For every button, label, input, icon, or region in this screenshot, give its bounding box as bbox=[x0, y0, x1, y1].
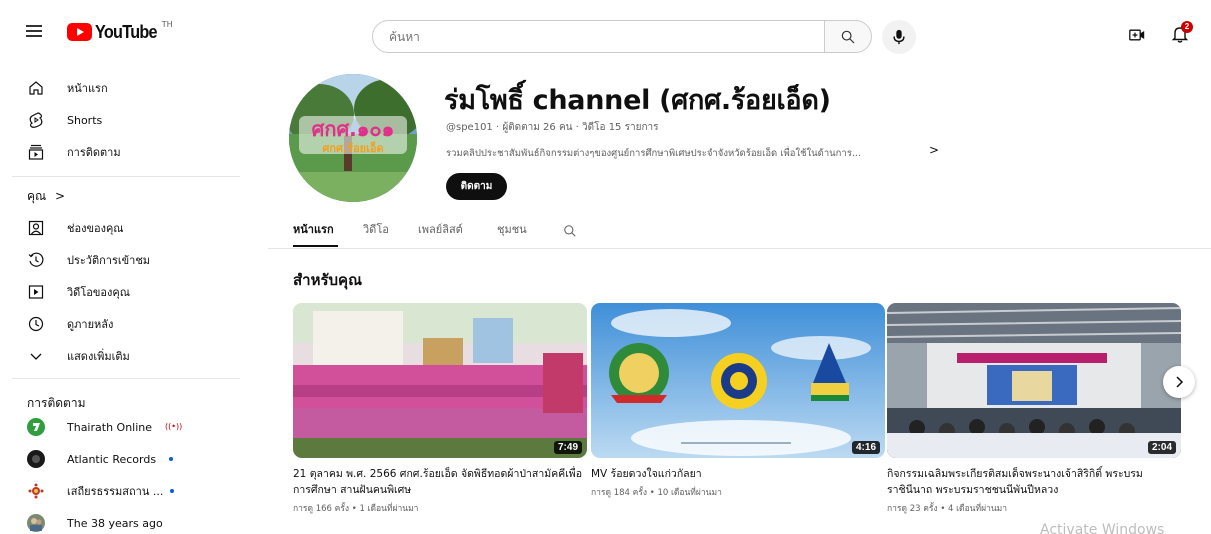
video-title[interactable]: 21 ตุลาคม พ.ศ. 2566 ศกศ.ร้อยเอ็ด จัดพิธี… bbox=[293, 466, 583, 498]
activate-windows-watermark: Activate Windows bbox=[1040, 522, 1165, 534]
sidebar-item-subscriptions[interactable]: การติดตาม bbox=[0, 136, 240, 168]
video-thumbnail[interactable]: 7:49 bbox=[293, 303, 587, 458]
voice-search-button[interactable] bbox=[882, 20, 916, 54]
sidebar-item-label: การติดตาม bbox=[67, 146, 121, 159]
channel-avatar[interactable]: ศกศ.๑๐๑ ศกศ.ร้อยเอ็ด bbox=[289, 74, 417, 202]
subscription-item[interactable]: The 38 years ago bbox=[0, 507, 240, 534]
video-thumbnail[interactable]: 2:04 bbox=[887, 303, 1181, 458]
channel-avatar-thairath bbox=[27, 418, 45, 436]
logo-text: YouTube bbox=[95, 22, 158, 42]
subscription-item[interactable]: Atlantic Records bbox=[0, 443, 240, 475]
sidebar-divider bbox=[12, 378, 240, 379]
description-more-button[interactable]: > bbox=[929, 143, 939, 157]
video-meta: การดู 23 ครั้ง • 4 เดือนที่ผ่านมา bbox=[887, 504, 1008, 514]
tab-community[interactable]: ชุมชน bbox=[497, 220, 527, 238]
new-content-dot bbox=[170, 489, 174, 493]
youtube-play-icon bbox=[67, 23, 92, 41]
subscription-label: Thairath Online bbox=[67, 420, 153, 434]
video-title[interactable]: กิจกรรมเฉลิมพระเกียรติสมเด็จพระนางเจ้าสิ… bbox=[887, 466, 1177, 498]
svg-text:ศกศ.๑๐๑: ศกศ.๑๐๑ bbox=[312, 117, 395, 141]
notifications-button[interactable]: 2 bbox=[1171, 21, 1193, 46]
sidebar-item-label: หน้าแรก bbox=[67, 82, 108, 95]
section-title: สำหรับคุณ bbox=[293, 271, 362, 289]
search-button[interactable] bbox=[824, 20, 872, 53]
video-duration: 2:04 bbox=[1147, 441, 1176, 454]
channel-avatar-38-years bbox=[27, 514, 45, 532]
shelf-next-button[interactable] bbox=[1163, 366, 1195, 398]
you-heading: คุณ bbox=[27, 188, 47, 203]
channel-description[interactable]: รวมคลิปประชาสัมพันธ์กิจกรรมต่างๆของศูนย์… bbox=[446, 146, 861, 161]
tab-videos[interactable]: วิดีโอ bbox=[363, 220, 389, 238]
search-box bbox=[372, 20, 825, 53]
subscriptions-icon bbox=[26, 142, 46, 162]
video-card[interactable]: 7:49 21 ตุลาคม พ.ศ. 2566 ศกศ.ร้อยเอ็ด จั… bbox=[293, 303, 587, 515]
sidebar-item-label: ดูภายหลัง bbox=[67, 318, 114, 331]
video-card[interactable]: 2:04 กิจกรรมเฉลิมพระเกียรติสมเด็จพระนางเ… bbox=[887, 303, 1181, 515]
new-content-dot bbox=[169, 457, 173, 461]
create-button[interactable] bbox=[1129, 28, 1145, 45]
subscription-label: Atlantic Records bbox=[67, 452, 157, 466]
sidebar-item-label: ช่องของคุณ bbox=[67, 222, 124, 235]
tab-home[interactable]: หน้าแรก bbox=[293, 220, 334, 238]
video-meta: การดู 166 ครั้ง • 1 เดือนที่ผ่านมา bbox=[293, 504, 419, 514]
subscribe-button[interactable]: ติดตาม bbox=[446, 173, 507, 200]
channel-search-button[interactable] bbox=[563, 224, 577, 241]
chevron-right-icon bbox=[1176, 376, 1184, 388]
channel-meta: @spe101 · ผู้ติดตาม 26 คน · วิดีโอ 15 รา… bbox=[446, 122, 659, 133]
sidebar-item-label: แสดงเพิ่มเติม bbox=[67, 350, 130, 363]
your-videos-icon bbox=[26, 282, 46, 302]
video-title[interactable]: MV ร้อยดวงใจแก่วกัลยา bbox=[591, 466, 881, 482]
svg-text:ศกศ.ร้อยเอ็ด: ศกศ.ร้อยเอ็ด bbox=[322, 141, 383, 155]
search-icon bbox=[841, 30, 855, 43]
search-input[interactable] bbox=[389, 29, 824, 44]
channel-name: ร่มโพธิ์ channel (ศกศ.ร้อยเอ็ด) bbox=[444, 85, 831, 116]
sidebar-item-label: ประวัติการเข้าชม bbox=[67, 254, 151, 267]
subscription-item[interactable]: เสถียรธรรมสถาน ... bbox=[0, 475, 240, 507]
sidebar-you-heading[interactable]: คุณ > bbox=[0, 180, 240, 212]
search-icon bbox=[564, 225, 576, 237]
home-icon bbox=[26, 78, 46, 98]
sidebar-item-label: วิดีโอของคุณ bbox=[67, 286, 130, 299]
tab-playlists[interactable]: เพลย์ลิสต์ bbox=[418, 220, 463, 238]
sidebar-item-your-channel[interactable]: ช่องของคุณ bbox=[0, 212, 240, 244]
chevron-down-icon bbox=[26, 346, 46, 366]
sidebar-item-history[interactable]: ประวัติการเข้าชม bbox=[0, 244, 240, 276]
video-duration: 7:49 bbox=[553, 441, 582, 454]
history-icon bbox=[26, 250, 46, 270]
sidebar-item-your-videos[interactable]: วิดีโอของคุณ bbox=[0, 276, 240, 308]
channel-avatar-atlantic bbox=[27, 450, 45, 468]
video-duration: 4:16 bbox=[851, 441, 880, 454]
masthead: YouTube TH 2 bbox=[0, 0, 1211, 56]
channel-avatar-sathira bbox=[27, 482, 45, 500]
sidebar: หน้าแรก Shorts การติดตาม คุณ > ช่องของคุ… bbox=[0, 56, 268, 534]
active-tab-indicator bbox=[293, 245, 338, 247]
sidebar-item-watch-later[interactable]: ดูภายหลัง bbox=[0, 308, 240, 340]
subscription-label: The 38 years ago bbox=[67, 516, 163, 530]
video-thumbnail[interactable]: 4:16 bbox=[591, 303, 885, 458]
sidebar-item-shorts[interactable]: Shorts bbox=[0, 104, 240, 136]
tabs-divider bbox=[268, 248, 1211, 249]
sidebar-item-label: Shorts bbox=[67, 113, 103, 127]
subscription-label: เสถียรธรรมสถาน ... bbox=[67, 485, 164, 498]
shorts-icon bbox=[26, 110, 46, 130]
chevron-right-icon: > bbox=[55, 189, 66, 203]
subscription-item[interactable]: Thairath Online ((•)) bbox=[0, 411, 240, 443]
live-icon: ((•)) bbox=[165, 422, 183, 431]
video-card[interactable]: 4:16 MV ร้อยดวงใจแก่วกัลยา การดู 184 ครั… bbox=[591, 303, 885, 499]
microphone-icon bbox=[893, 29, 905, 45]
notification-badge: 2 bbox=[1181, 21, 1193, 33]
menu-icon[interactable] bbox=[26, 25, 42, 37]
your-channel-icon bbox=[26, 218, 46, 238]
video-meta: การดู 184 ครั้ง • 10 เดือนที่ผ่านมา bbox=[591, 488, 722, 498]
youtube-logo[interactable]: YouTube TH bbox=[67, 20, 173, 42]
sidebar-divider bbox=[12, 176, 240, 177]
sidebar-item-show-more[interactable]: แสดงเพิ่มเติม bbox=[0, 340, 240, 372]
sidebar-item-home[interactable]: หน้าแรก bbox=[0, 72, 240, 104]
country-code: TH bbox=[161, 20, 173, 29]
create-video-icon bbox=[1129, 29, 1145, 41]
watch-later-icon bbox=[26, 314, 46, 334]
